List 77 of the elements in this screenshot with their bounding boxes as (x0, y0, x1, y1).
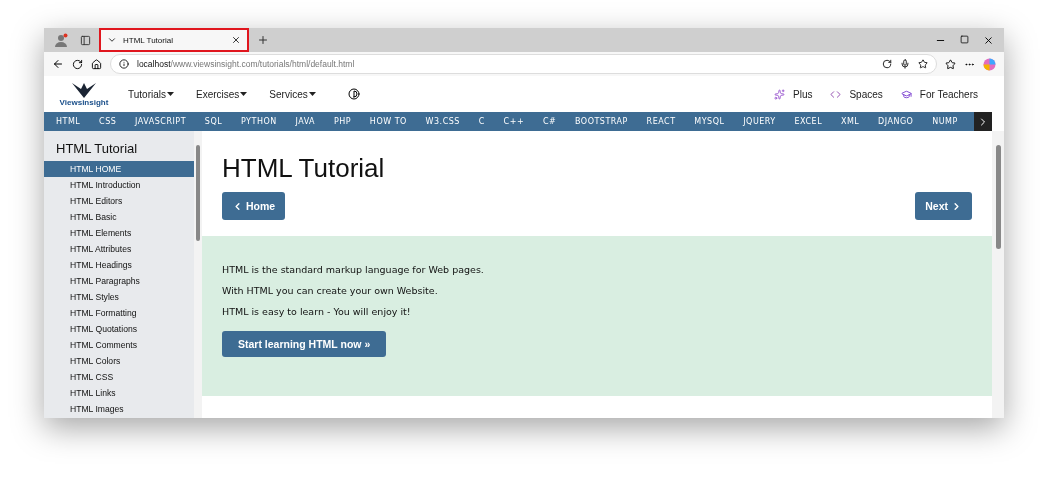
topic-link[interactable]: XML (840, 117, 868, 126)
sidebar-item[interactable]: HTML Comments (44, 337, 194, 353)
reload-icon[interactable] (72, 58, 83, 70)
sidebar-item[interactable]: HTML Introduction (44, 177, 194, 193)
sidebar-item[interactable]: HTML Styles (44, 289, 194, 305)
scroll-right-icon[interactable] (974, 112, 992, 131)
topic-link[interactable]: PHP (333, 117, 360, 126)
menu-button[interactable]: Exercises (192, 88, 252, 100)
address-field[interactable]: localhost/www.viewsinsight.com/tutorials/html/default.html (110, 54, 937, 74)
sidebar-item[interactable]: HTML Elements (44, 225, 194, 241)
browser-tab[interactable]: HTML Tutorial (99, 28, 249, 52)
caret-icon (167, 92, 174, 96)
menu-button[interactable]: Services (265, 88, 320, 100)
intro-text: With HTML you can create your own Website. (222, 285, 438, 296)
page-title: HTML Tutorial (221, 152, 386, 185)
close-icon[interactable] (983, 34, 994, 46)
sidebar-item[interactable]: HTML Quotations (44, 321, 194, 337)
sidebar-item[interactable]: HTML HOME (44, 161, 194, 177)
info-icon[interactable] (119, 59, 129, 69)
start-learning-button[interactable]: Start learning HTML now » (222, 331, 387, 357)
topic-link[interactable]: W3.CSS (425, 117, 469, 126)
topic-link[interactable]: JQUERY (743, 117, 785, 126)
sidebar-item[interactable]: HTML Attributes (44, 241, 194, 257)
sidebar-item[interactable]: HTML Basic (44, 209, 194, 225)
chevron-icon (107, 35, 117, 45)
intro-text: HTML is easy to learn - You will enjoy it! (222, 306, 411, 317)
caret-icon (240, 92, 248, 96)
sidebar-item[interactable]: HTML Formatting (44, 305, 194, 321)
close-icon[interactable] (231, 35, 241, 45)
topic-link[interactable]: EXCEL (794, 117, 831, 126)
sidebar-item[interactable]: HTML Images (44, 401, 194, 417)
topic-link[interactable]: C# (542, 117, 565, 126)
sidebar-item[interactable]: HTML Headings (44, 257, 194, 273)
scrollbar[interactable] (992, 131, 1004, 418)
refresh-icon[interactable] (882, 59, 892, 69)
scrollbar[interactable] (194, 131, 202, 418)
restore-icon[interactable] (960, 34, 969, 44)
sidebar-item[interactable]: HTML Colors (44, 353, 194, 369)
next-button[interactable]: Next (915, 192, 972, 220)
topic-link[interactable]: JAVASCRIPT (135, 117, 195, 126)
topic-link[interactable]: DJANGO (878, 117, 922, 126)
code-icon (830, 88, 842, 100)
sparkle-icon (774, 88, 785, 100)
graduation-cap-icon (900, 88, 912, 100)
bird-logo-icon[interactable] (71, 81, 97, 98)
topic-link[interactable]: REACT (646, 117, 685, 126)
topic-link[interactable]: SQL (204, 117, 231, 126)
topic-link[interactable]: BOOTSTRAP (575, 117, 637, 126)
topic-link[interactable]: CSS (99, 117, 125, 126)
sidebar-item[interactable]: HTML CSS (44, 369, 194, 385)
topic-link[interactable]: C++ (503, 117, 533, 126)
favorites-icon[interactable] (945, 58, 956, 70)
caret-icon (308, 92, 316, 96)
back-icon[interactable] (52, 58, 64, 70)
sidebar-item[interactable]: HTML Links (44, 385, 194, 401)
contrast-icon[interactable] (347, 88, 360, 100)
topic-link[interactable]: HOW TO (369, 117, 416, 126)
topic-link[interactable]: HTML (56, 117, 89, 126)
topic-link[interactable]: MYSQL (694, 117, 733, 126)
sidebar-item[interactable]: HTML Paragraphs (44, 273, 194, 289)
intro-text: HTML is the standard markup language for Web pages. (222, 264, 484, 275)
chevron-right-icon (951, 200, 962, 212)
topic-link[interactable]: PYTHON (240, 117, 286, 126)
sidebar-title: HTML Tutorial (55, 141, 139, 158)
header-link[interactable]: For Teachers (900, 88, 978, 100)
sidebar-item[interactable]: HTML Editors (44, 193, 194, 209)
star-icon[interactable] (918, 59, 928, 69)
topic-link[interactable]: C (478, 117, 494, 126)
header-link[interactable]: Spaces (830, 88, 883, 100)
menu-button[interactable]: Tutorials (124, 88, 178, 100)
home-button[interactable]: Home (222, 192, 286, 220)
logo-text[interactable]: Viewsinsight (59, 98, 109, 107)
copilot-icon[interactable] (983, 57, 996, 71)
header-link[interactable]: Plus (774, 88, 813, 100)
home-icon[interactable] (91, 58, 102, 70)
topic-link[interactable]: NUMP (932, 117, 967, 126)
topic-link[interactable]: JAVA (295, 117, 324, 126)
